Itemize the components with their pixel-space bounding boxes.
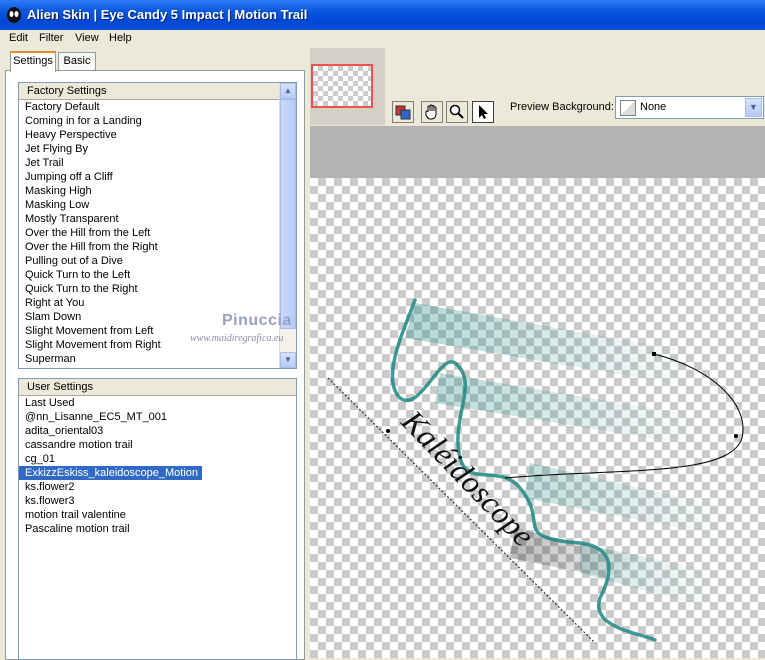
factory-settings-header: Factory Settings bbox=[19, 83, 296, 100]
menu-filter[interactable]: Filter bbox=[39, 32, 63, 44]
list-item[interactable]: Over the Hill from the Left bbox=[19, 226, 296, 240]
tab-basic[interactable]: Basic bbox=[58, 52, 96, 71]
list-item[interactable]: cg_01 bbox=[19, 452, 296, 466]
preview-gray-band bbox=[310, 126, 765, 178]
arrow-tool-button[interactable] bbox=[472, 101, 494, 123]
compare-icon bbox=[395, 105, 411, 120]
preview-background-select[interactable]: None ▼ bbox=[615, 96, 764, 119]
list-item[interactable]: Quick Turn to the Left bbox=[19, 268, 296, 282]
list-item[interactable]: adita_oriental03 bbox=[19, 424, 296, 438]
list-item[interactable]: Last Used bbox=[19, 396, 296, 410]
path-handle[interactable] bbox=[652, 352, 656, 356]
list-item[interactable]: ExkizzEskiss_kaleidoscope_Motion bbox=[19, 466, 203, 480]
watermark-name: Pinuccia bbox=[222, 312, 292, 329]
menu-edit[interactable]: Edit bbox=[9, 32, 28, 44]
list-item[interactable]: Jumping off a Cliff bbox=[19, 170, 296, 184]
list-item[interactable]: Factory Default bbox=[19, 100, 296, 114]
list-item[interactable]: motion trail valentine bbox=[19, 508, 296, 522]
motion-trail-artwork: Kaléidoscope bbox=[327, 298, 744, 644]
list-item[interactable]: @nn_Lisanne_EC5_MT_001 bbox=[19, 410, 296, 424]
watermark-url: www.maidiregrafica.eu bbox=[190, 333, 284, 344]
list-item[interactable]: Pascaline motion trail bbox=[19, 522, 296, 536]
list-item[interactable]: Quick Turn to the Right bbox=[19, 282, 296, 296]
menu-help[interactable]: Help bbox=[109, 32, 132, 44]
menu-bar: Edit Filter View Help bbox=[0, 30, 765, 48]
compare-button[interactable] bbox=[392, 101, 414, 123]
list-item[interactable]: Jet Trail bbox=[19, 156, 296, 170]
navigator-view-frame[interactable] bbox=[311, 64, 373, 108]
background-swatch-icon bbox=[620, 100, 636, 116]
magnifier-icon bbox=[449, 104, 464, 119]
scroll-thumb[interactable] bbox=[280, 99, 296, 329]
list-item[interactable]: Superman bbox=[19, 352, 296, 366]
path-handle[interactable] bbox=[734, 434, 738, 438]
hand-tool-button[interactable] bbox=[421, 101, 443, 123]
tab-settings[interactable]: Settings bbox=[10, 51, 56, 72]
hand-icon bbox=[425, 104, 437, 120]
list-item[interactable]: Jet Flying By bbox=[19, 142, 296, 156]
list-item[interactable]: Right at You bbox=[19, 296, 296, 310]
list-item[interactable]: Masking High bbox=[19, 184, 296, 198]
list-item[interactable]: Masking Low bbox=[19, 198, 296, 212]
menu-view[interactable]: View bbox=[75, 32, 99, 44]
scroll-down-icon[interactable]: ▼ bbox=[280, 352, 296, 368]
title-bar: Alien Skin | Eye Candy 5 Impact | Motion… bbox=[0, 0, 765, 30]
user-settings-rows: Last Used @nn_Lisanne_EC5_MT_001 adita_ori… bbox=[19, 396, 296, 536]
list-item[interactable]: Over the Hill from the Right bbox=[19, 240, 296, 254]
list-item[interactable]: ks.flower3 bbox=[19, 494, 296, 508]
chevron-down-icon[interactable]: ▼ bbox=[745, 98, 762, 117]
scroll-up-icon[interactable]: ▲ bbox=[280, 83, 296, 99]
zoom-tool-button[interactable] bbox=[446, 101, 468, 123]
list-item[interactable]: Mostly Transparent bbox=[19, 212, 296, 226]
list-item[interactable]: Heavy Perspective bbox=[19, 128, 296, 142]
list-item[interactable]: Coming in for a Landing bbox=[19, 114, 296, 128]
arrow-pointer-icon bbox=[479, 105, 488, 119]
list-item[interactable]: cassandre motion trail bbox=[19, 438, 296, 452]
preview-text: Kaléidoscope bbox=[394, 402, 542, 553]
list-item[interactable]: Pulling out of a Dive bbox=[19, 254, 296, 268]
preview-background-label: Preview Background: bbox=[510, 101, 614, 113]
list-item[interactable]: ks.flower2 bbox=[19, 480, 296, 494]
preview-canvas[interactable]: Kaléidoscope bbox=[310, 178, 765, 658]
user-settings-list[interactable]: User Settings Last Used @nn_Lisanne_EC5_M… bbox=[18, 378, 297, 660]
user-settings-header: User Settings bbox=[19, 379, 296, 396]
alien-skin-logo-icon bbox=[7, 7, 21, 23]
window-title: Alien Skin | Eye Candy 5 Impact | Motion… bbox=[27, 7, 308, 22]
preview-background-value: None bbox=[640, 101, 667, 113]
